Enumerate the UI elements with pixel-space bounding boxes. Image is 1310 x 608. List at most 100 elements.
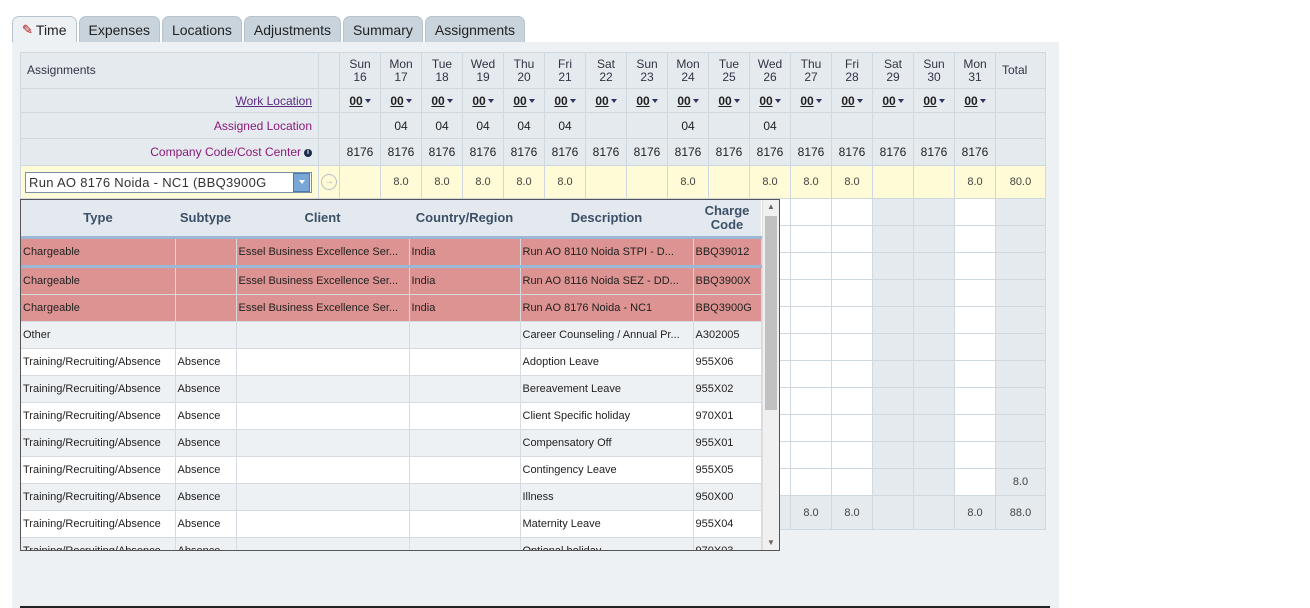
work-location-select[interactable]: 00	[790, 88, 832, 113]
tab-assignments[interactable]: Assignments	[424, 16, 526, 42]
hours-input[interactable]	[790, 468, 832, 496]
hours-input[interactable]	[790, 414, 832, 442]
assignment-combobox-value[interactable]: Run AO 8176 Noida - NC1 (BBQ3900G	[29, 175, 293, 190]
hours-input[interactable]	[913, 279, 955, 307]
work-location-select[interactable]: 00	[749, 88, 791, 113]
chevron-down-icon[interactable]	[446, 99, 453, 104]
assignment-dropdown-button[interactable]	[293, 172, 310, 192]
work-location-value[interactable]: 00	[882, 94, 895, 108]
work-location-select[interactable]: 00	[421, 88, 463, 113]
hours-input[interactable]	[831, 441, 873, 469]
work-location-value[interactable]: 00	[677, 94, 690, 108]
column-header-type[interactable]: Type	[21, 200, 175, 239]
hours-input[interactable]	[913, 225, 955, 253]
assignment-option[interactable]: Chargeable Essel Business Excellence Ser.…	[21, 266, 762, 295]
hours-input[interactable]	[913, 441, 955, 469]
column-header-charge-code[interactable]: Charge Code	[693, 200, 761, 239]
work-location-value[interactable]: 00	[472, 94, 485, 108]
hours-input[interactable]: 8.0	[954, 165, 996, 199]
assignment-option[interactable]: Chargeable Essel Business Excellence Ser.…	[21, 237, 762, 268]
hours-input[interactable]	[872, 387, 914, 415]
work-location-select[interactable]: 00	[339, 88, 381, 113]
hours-input[interactable]: 8.0	[749, 165, 791, 199]
hours-input[interactable]	[872, 333, 914, 361]
hours-input[interactable]	[790, 441, 832, 469]
hours-input[interactable]	[831, 198, 873, 226]
chevron-down-icon[interactable]	[938, 99, 945, 104]
chevron-down-icon[interactable]	[610, 99, 617, 104]
hours-input[interactable]	[872, 225, 914, 253]
hours-input[interactable]	[790, 225, 832, 253]
hours-input[interactable]	[831, 279, 873, 307]
tab-expenses[interactable]: Expenses	[78, 16, 160, 42]
hours-input[interactable]	[790, 333, 832, 361]
work-location-value[interactable]: 00	[554, 94, 567, 108]
work-location-select[interactable]: 00	[831, 88, 873, 113]
hours-input[interactable]: 8.0	[421, 165, 463, 199]
hours-input[interactable]	[831, 225, 873, 253]
hours-input[interactable]	[872, 360, 914, 388]
chevron-down-icon[interactable]	[692, 99, 699, 104]
work-location-select[interactable]: 00	[626, 88, 668, 113]
hours-input[interactable]	[790, 198, 832, 226]
hours-input[interactable]	[954, 279, 996, 307]
hours-input[interactable]	[790, 360, 832, 388]
arrow-right-circle-icon[interactable]: →	[321, 174, 337, 190]
work-location-link[interactable]: Work Location	[236, 94, 312, 108]
work-location-select[interactable]: 00	[667, 88, 709, 113]
assignment-option[interactable]: Training/Recruiting/Absence Absence Bereav…	[21, 375, 762, 403]
hours-input[interactable]	[626, 165, 668, 199]
chevron-down-icon[interactable]	[364, 99, 371, 104]
column-header-client[interactable]: Client	[236, 200, 409, 239]
hours-input[interactable]	[831, 306, 873, 334]
scroll-down-icon[interactable]: ▼	[763, 536, 779, 550]
assignment-option[interactable]: Other Career Counseling / Annual Pr... A30…	[21, 321, 762, 349]
hours-input[interactable]	[954, 441, 996, 469]
hours-input[interactable]	[954, 198, 996, 226]
chevron-down-icon[interactable]	[487, 99, 494, 104]
hours-input[interactable]	[913, 468, 955, 496]
hours-input[interactable]	[954, 387, 996, 415]
column-header-country-region[interactable]: Country/Region	[409, 200, 520, 239]
chevron-down-icon[interactable]	[405, 99, 412, 104]
work-location-select[interactable]: 00	[872, 88, 914, 113]
chevron-down-icon[interactable]	[733, 99, 740, 104]
hours-input[interactable]	[872, 306, 914, 334]
hours-input[interactable]: 8.0	[380, 165, 422, 199]
hours-input[interactable]: 8.0	[667, 165, 709, 199]
hours-input[interactable]	[913, 333, 955, 361]
info-icon[interactable]: i	[304, 148, 312, 157]
hours-input[interactable]	[339, 165, 381, 199]
hours-input[interactable]	[872, 279, 914, 307]
hours-input[interactable]	[913, 306, 955, 334]
work-location-select[interactable]: 00	[585, 88, 627, 113]
chevron-down-icon[interactable]	[651, 99, 658, 104]
hours-input[interactable]	[913, 165, 955, 199]
work-location-value[interactable]: 00	[718, 94, 731, 108]
tab-summary[interactable]: Summary	[342, 16, 423, 42]
work-location-value[interactable]: 00	[636, 94, 649, 108]
hours-input[interactable]: 8.0	[544, 165, 586, 199]
scroll-up-icon[interactable]: ▲	[763, 200, 779, 214]
work-location-select[interactable]: 00	[913, 88, 955, 113]
tab-locations[interactable]: Locations	[161, 16, 242, 42]
assignment-option[interactable]: Training/Recruiting/Absence Absence Illnes…	[21, 483, 762, 511]
work-location-value[interactable]: 00	[964, 94, 977, 108]
hours-input[interactable]	[913, 414, 955, 442]
chevron-down-icon[interactable]	[528, 99, 535, 104]
assignment-combobox[interactable]: Run AO 8176 Noida - NC1 (BBQ3900G	[25, 171, 312, 193]
chevron-down-icon[interactable]	[569, 99, 576, 104]
assignment-dropdown-list[interactable]: Type Subtype Client Country/Region Descr…	[20, 199, 780, 551]
hours-input[interactable]	[831, 387, 873, 415]
hours-input[interactable]	[708, 165, 750, 199]
hours-input[interactable]	[790, 387, 832, 415]
hours-input[interactable]	[790, 252, 832, 280]
assignment-option[interactable]: Training/Recruiting/Absence Absence Client…	[21, 402, 762, 430]
hours-input[interactable]: 8.0	[831, 165, 873, 199]
work-location-value[interactable]: 00	[390, 94, 403, 108]
assignment-option[interactable]: Training/Recruiting/Absence Absence Compen…	[21, 429, 762, 457]
chevron-down-icon[interactable]	[897, 99, 904, 104]
hours-input[interactable]	[913, 387, 955, 415]
hours-input[interactable]	[913, 360, 955, 388]
hours-input[interactable]	[913, 198, 955, 226]
